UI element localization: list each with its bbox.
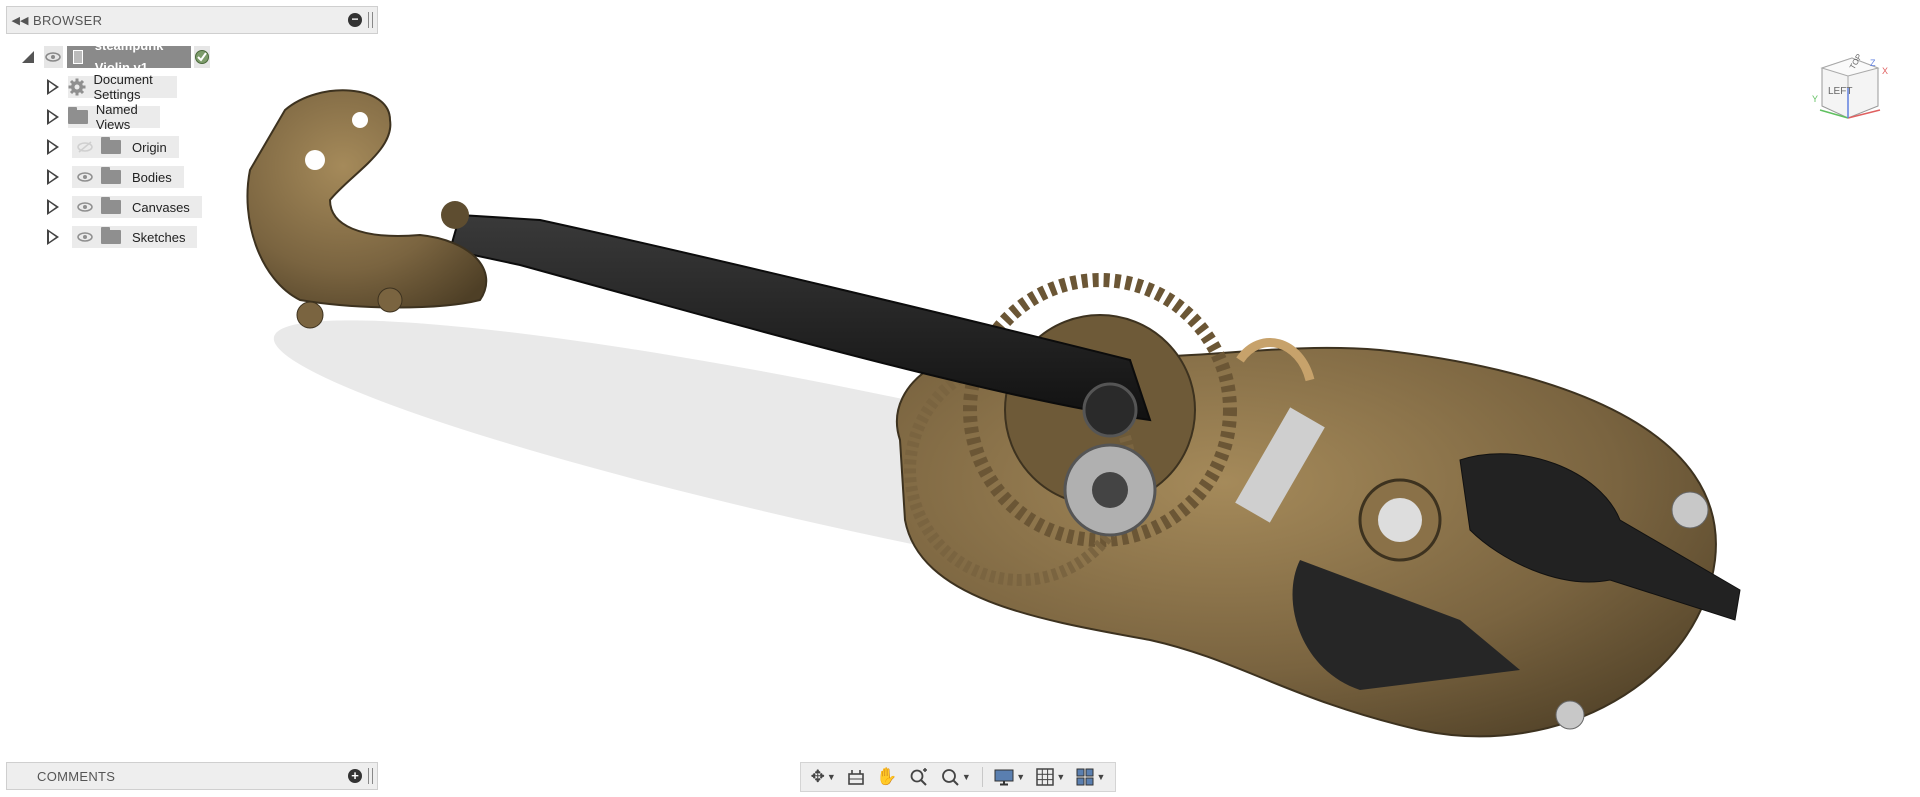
comments-panel-header: COMMENTS + bbox=[6, 762, 378, 790]
view-cube[interactable]: TOP LEFT X Y Z bbox=[1800, 28, 1900, 128]
axis-y-label: Y bbox=[1812, 94, 1818, 104]
fit-icon[interactable]: ▼ bbox=[940, 764, 971, 790]
tree-item-canvases[interactable]: Canvases bbox=[46, 194, 202, 220]
eye-icon[interactable] bbox=[72, 166, 98, 188]
look-at-icon[interactable] bbox=[847, 764, 865, 790]
display-settings-icon[interactable]: ▼ bbox=[994, 764, 1025, 790]
scroll-pegbox bbox=[246, 89, 488, 329]
folder-icon bbox=[98, 226, 124, 248]
orbit-icon[interactable]: ✥ ▼ bbox=[811, 764, 836, 790]
expand-triangle-icon[interactable] bbox=[46, 108, 59, 126]
viewcube-left-label: LEFT bbox=[1828, 86, 1852, 97]
active-check-icon[interactable] bbox=[193, 46, 210, 68]
tree-item-label: Named Views bbox=[95, 102, 138, 132]
plus-icon[interactable]: + bbox=[348, 769, 362, 783]
expand-triangle-icon[interactable] bbox=[46, 168, 60, 186]
collapse-triangle-icon[interactable] bbox=[22, 51, 34, 63]
browser-root-item[interactable]: steampunk Violin v1 bbox=[22, 38, 210, 75]
eye-icon[interactable] bbox=[44, 46, 63, 68]
viewports-icon[interactable]: ▼ bbox=[1076, 764, 1105, 790]
tree-item-label: Bodies bbox=[132, 169, 172, 185]
component-icon bbox=[72, 50, 83, 64]
folder-icon bbox=[98, 136, 124, 158]
eye-icon[interactable] bbox=[72, 226, 98, 248]
root-component-label[interactable]: steampunk Violin v1 bbox=[66, 38, 191, 75]
tree-item-label: Canvases bbox=[132, 199, 190, 215]
eye-icon[interactable] bbox=[72, 196, 98, 218]
folder-icon bbox=[98, 166, 124, 188]
tree-item-named-views[interactable]: Named Views bbox=[46, 102, 160, 132]
pan-icon[interactable]: ✋ bbox=[876, 764, 897, 790]
tree-item-label: Origin bbox=[132, 139, 167, 155]
folder-icon bbox=[67, 106, 88, 128]
grid-icon[interactable]: ▼ bbox=[1036, 764, 1065, 790]
tree-item-label: Document Settings bbox=[93, 72, 153, 102]
panel-grip-icon[interactable] bbox=[368, 12, 373, 28]
tree-item-bodies[interactable]: Bodies bbox=[46, 164, 184, 190]
browser-panel-header: ◀◀ BROWSER − bbox=[6, 6, 378, 34]
double-chevron-left-icon[interactable]: ◀◀ bbox=[7, 7, 33, 33]
steampunk-violin-model[interactable] bbox=[0, 0, 1920, 797]
expand-triangle-icon[interactable] bbox=[46, 138, 60, 156]
tree-item-origin[interactable]: Origin bbox=[46, 134, 179, 160]
comments-title: COMMENTS bbox=[37, 768, 116, 784]
panel-grip-icon[interactable] bbox=[368, 768, 373, 784]
axis-z-label: Z bbox=[1870, 58, 1876, 68]
zoom-icon[interactable] bbox=[909, 764, 929, 790]
tree-item-label: Sketches bbox=[132, 229, 186, 245]
canvas-viewport[interactable]: TOP LEFT X Y Z bbox=[0, 0, 1920, 797]
minus-icon[interactable]: − bbox=[348, 13, 362, 27]
browser-title: BROWSER bbox=[33, 12, 103, 28]
expand-triangle-icon[interactable] bbox=[46, 78, 59, 96]
folder-icon bbox=[98, 196, 124, 218]
navigation-toolbar: ✥ ▼ ✋ ▼ ▼ ▼ ▼ bbox=[800, 762, 1116, 792]
gear-icon bbox=[68, 76, 86, 98]
toolbar-divider bbox=[981, 767, 983, 787]
tree-item-document-settings[interactable]: Document Settings bbox=[46, 72, 178, 102]
expand-triangle-icon[interactable] bbox=[46, 198, 60, 216]
tree-item-sketches[interactable]: Sketches bbox=[46, 224, 198, 250]
eye-hidden-icon[interactable] bbox=[72, 136, 98, 158]
expand-triangle-icon[interactable] bbox=[46, 228, 60, 246]
axis-x-label: X bbox=[1882, 66, 1888, 76]
